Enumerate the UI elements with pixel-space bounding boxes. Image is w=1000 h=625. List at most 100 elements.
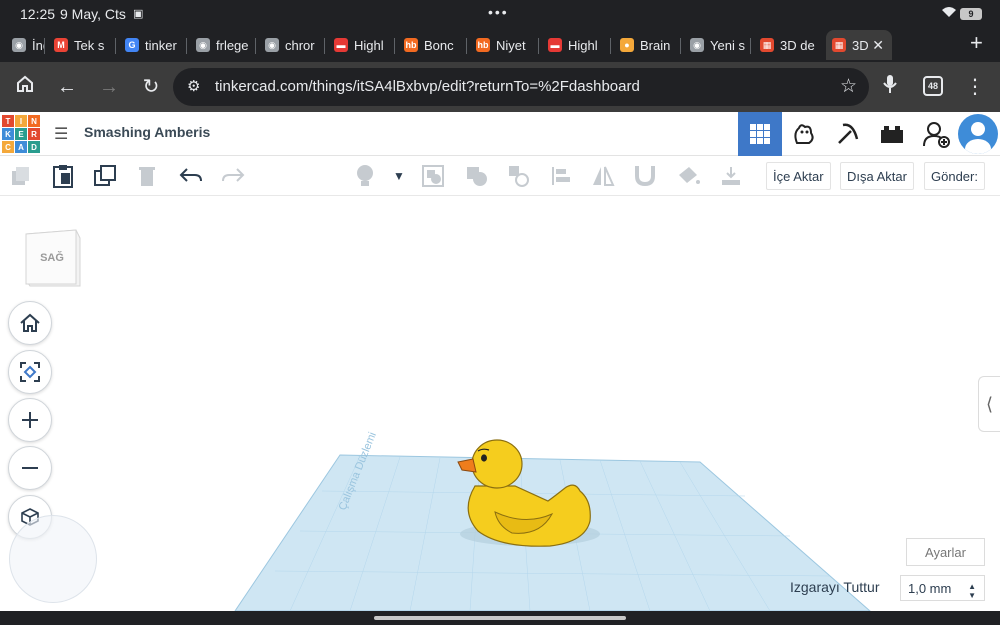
browser-tab-label: İndiri xyxy=(32,37,44,53)
site-settings-icon[interactable]: ⚙ xyxy=(187,77,200,95)
camera-notification-icon: ▣ xyxy=(133,8,144,20)
zoom-out-button[interactable] xyxy=(8,446,52,490)
settings-button[interactable]: Ayarlar xyxy=(906,538,985,566)
browser-tab[interactable]: hb Niyet xyxy=(470,30,538,60)
browser-tab[interactable]: ▦ 3D ✕ xyxy=(826,30,892,60)
export-button[interactable]: Dışa Aktar xyxy=(840,162,914,190)
browser-tab-label: Tek s xyxy=(74,37,105,53)
logo-letter: C xyxy=(2,141,14,153)
orbit-joystick[interactable] xyxy=(9,515,97,603)
url-text[interactable]: tinkercad.com/things/itSA4lBxbvp/edit?re… xyxy=(215,78,640,95)
zoom-in-button[interactable] xyxy=(8,398,52,442)
paste-icon[interactable] xyxy=(50,164,76,188)
bookmark-star-icon[interactable]: ☆ xyxy=(840,75,857,98)
home-icon[interactable] xyxy=(12,74,38,100)
tab-separator xyxy=(324,38,325,54)
tab-separator xyxy=(538,38,539,54)
tinkercad-icon: ▦ xyxy=(832,38,846,52)
browser-tab[interactable]: ◉ frlege xyxy=(190,30,255,60)
hb-icon: hb xyxy=(404,38,418,52)
copy-icon[interactable] xyxy=(8,164,34,188)
tinkercad-logo[interactable]: TIN KER CAD xyxy=(2,115,40,153)
logo-letter: N xyxy=(28,115,40,127)
browser-menu-icon[interactable]: ⋮ xyxy=(962,74,988,100)
browser-tab-label: Highl xyxy=(354,37,384,53)
home-indicator[interactable] xyxy=(374,616,626,620)
forward-icon[interactable]: → xyxy=(96,74,122,100)
browser-tab[interactable]: ▬ Highl xyxy=(328,30,394,60)
align-icon[interactable] xyxy=(548,164,574,188)
import-button[interactable]: İçe Aktar xyxy=(766,162,831,190)
tinkercad-icon: ▦ xyxy=(760,38,774,52)
ungroup-icon[interactable] xyxy=(464,164,490,188)
logo-letter: I xyxy=(15,115,27,127)
brick-lego-icon[interactable] xyxy=(870,112,914,156)
group-icon[interactable] xyxy=(420,164,446,188)
3d-design-view-icon[interactable] xyxy=(738,112,782,156)
fit-view-button[interactable] xyxy=(8,350,52,394)
caret-up-down-icon: ▲ ▼ xyxy=(968,582,976,600)
browser-tab[interactable]: ▬ Highl xyxy=(542,30,610,60)
browser-tab[interactable]: hb Bonc xyxy=(398,30,466,60)
close-tab-icon[interactable]: ✕ xyxy=(872,37,884,54)
multitask-dots[interactable]: ••• xyxy=(488,4,509,20)
browser-tab-label: Highl xyxy=(568,37,598,53)
browser-tab[interactable]: ◉ İndiri xyxy=(6,30,44,60)
edit-toolbar: ▼ İçe Aktar Dışa Aktar Gönder: xyxy=(0,156,1000,196)
add-user-icon[interactable] xyxy=(914,112,958,156)
snap-grid-select[interactable]: 1,0 mm ▲ ▼ xyxy=(900,575,985,601)
snap-grid-value: 1,0 mm xyxy=(908,580,952,596)
tab-separator xyxy=(44,38,45,54)
design-canvas[interactable]: Çalışma Düzlemi xyxy=(0,196,1000,611)
paint-icon[interactable] xyxy=(676,164,702,188)
magnet-icon[interactable] xyxy=(632,164,658,188)
hb-icon: hb xyxy=(476,38,490,52)
view-cube-face-label: SAĞ xyxy=(40,251,64,264)
back-icon[interactable]: ← xyxy=(54,74,80,100)
browser-tab[interactable]: M Tek s xyxy=(48,30,115,60)
browser-tab-label: Yeni s xyxy=(710,37,745,53)
delete-icon[interactable] xyxy=(134,164,160,188)
rubber-duck-model[interactable] xyxy=(457,439,591,547)
project-title[interactable]: Smashing Amberis xyxy=(84,124,210,140)
browser-tab-strip: ◉İndiriMTek sGtinker◉frlege◉chror▬Highlh… xyxy=(0,28,1000,62)
logo-letter: R xyxy=(28,128,40,140)
chrome-globe-icon: ◉ xyxy=(690,38,704,52)
drop-to-workplane-icon[interactable] xyxy=(718,164,744,188)
reload-icon[interactable]: ↻ xyxy=(138,74,164,100)
browser-toolbar: ← → ↻ ⚙ tinkercad.com/things/itSA4lBxbvp… xyxy=(0,62,1000,112)
browser-tab[interactable]: ◉ Yeni s xyxy=(684,30,750,60)
notes-dropdown-icon[interactable]: ▼ xyxy=(386,164,412,188)
view-cube[interactable]: SAĞ xyxy=(24,228,82,288)
mirror-icon[interactable] xyxy=(590,164,616,188)
microphone-icon[interactable] xyxy=(877,74,903,100)
user-avatar[interactable] xyxy=(958,114,998,154)
zoom-in-icon xyxy=(22,412,38,428)
tab-separator xyxy=(115,38,116,54)
notes-lightbulb-icon[interactable] xyxy=(352,164,378,188)
blocks-code-icon[interactable] xyxy=(782,112,826,156)
google-icon: G xyxy=(125,38,139,52)
gmail-icon: M xyxy=(54,38,68,52)
shapes-panel-toggle[interactable]: ⟨ xyxy=(978,376,1000,432)
tab-count-button[interactable]: 48 xyxy=(923,76,943,96)
brain-icon: ● xyxy=(620,38,634,52)
browser-tab[interactable]: ◉ chror xyxy=(259,30,324,60)
tab-separator xyxy=(394,38,395,54)
new-tab-button[interactable]: + xyxy=(970,30,983,56)
duplicate-icon[interactable] xyxy=(92,164,118,188)
zoom-out-icon xyxy=(22,467,38,469)
browser-tab[interactable]: Gtinker xyxy=(119,30,186,60)
redo-icon[interactable] xyxy=(220,164,246,188)
chrome-globe-icon: ◉ xyxy=(265,38,279,52)
address-bar[interactable]: ⚙ tinkercad.com/things/itSA4lBxbvp/edit?… xyxy=(173,68,869,106)
browser-tab[interactable]: ● Brain xyxy=(614,30,680,60)
browser-tab[interactable]: ▦ 3D de xyxy=(754,30,822,60)
minecraft-pickaxe-icon[interactable] xyxy=(826,112,870,156)
home-view-button[interactable] xyxy=(8,301,52,345)
hamburger-menu-icon[interactable]: ☰ xyxy=(54,124,68,144)
workplane-svg: Çalışma Düzlemi xyxy=(234,431,871,611)
send-to-button[interactable]: Gönder: xyxy=(924,162,985,190)
undo-icon[interactable] xyxy=(178,164,204,188)
cruise-icon[interactable] xyxy=(506,164,532,188)
